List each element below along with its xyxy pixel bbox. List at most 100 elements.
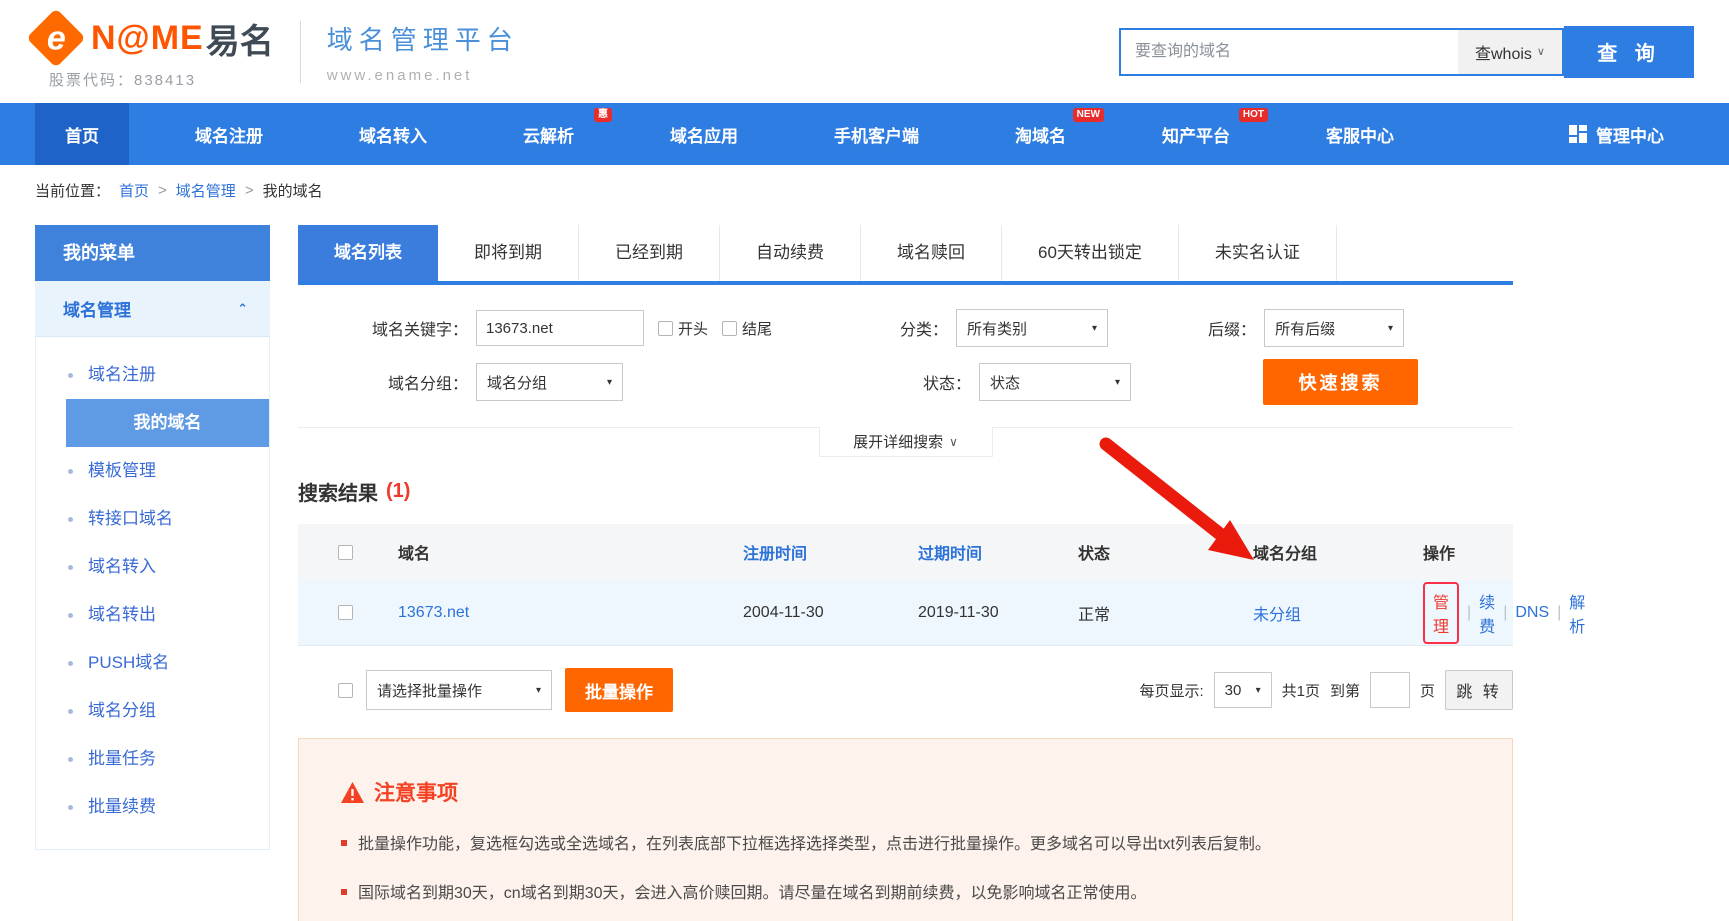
renew-action-link[interactable]: 续费 — [1479, 589, 1495, 637]
nav-item-support[interactable]: 客服中心 — [1296, 103, 1424, 165]
warning-icon — [341, 782, 364, 803]
nav-item-register[interactable]: 域名注册 — [165, 103, 293, 165]
whois-dropdown[interactable]: 查whois ∨ — [1458, 30, 1562, 74]
caret-down-icon: ▾ — [1256, 685, 1261, 696]
sidebar-item-domain-groups[interactable]: 域名分组 — [36, 687, 269, 735]
platform-title: 域名管理平台 — [327, 20, 519, 57]
category-label: 分类： — [900, 316, 948, 340]
table-row: 13673.net 2004-11-30 2019-11-30 正常 未分组 管… — [298, 580, 1513, 646]
expand-detailed-search[interactable]: 展开详细搜索 ∨ — [819, 427, 993, 457]
main-panel: 域名列表 即将到期 已经到期 自动续费 域名赎回 60天转出锁定 未实名认证 域… — [298, 225, 1513, 921]
caret-down-icon: ▾ — [536, 685, 541, 696]
batch-select-all-checkbox[interactable] — [338, 683, 353, 698]
sidebar-item-transfer-in[interactable]: 域名转入 — [36, 543, 269, 591]
results-count: (1) — [386, 480, 410, 503]
tab-60day-lock[interactable]: 60天转出锁定 — [1002, 225, 1179, 281]
breadcrumb-domain-management[interactable]: 域名管理 — [176, 180, 236, 201]
sidebar-item-reseller-domains[interactable]: 转接口域名 — [36, 495, 269, 543]
pagination: 每页显示: 30 ▾ 共1页 到第 页 跳 转 — [1139, 670, 1513, 710]
nav-item-home[interactable]: 首页 — [35, 103, 129, 165]
sidebar-item-template-management[interactable]: 模板管理 — [36, 447, 269, 495]
tab-auto-renew[interactable]: 自动续费 — [720, 225, 861, 281]
goto-suffix: 页 — [1420, 680, 1435, 701]
status-select[interactable]: 状态 ▾ — [979, 363, 1131, 401]
starts-with-checkbox[interactable]: 开头 — [658, 318, 708, 339]
page-header: e N@ME 易名 股票代码：838413 域名管理平台 www.ename.n… — [0, 0, 1729, 103]
batch-operation-select[interactable]: 请选择批量操作 ▾ — [366, 670, 552, 710]
expires-date: 2019-11-30 — [918, 604, 1078, 622]
sidebar-item-push-domains[interactable]: PUSH域名 — [36, 639, 269, 687]
sidebar-item-transfer-out[interactable]: 域名转出 — [36, 591, 269, 639]
group-select[interactable]: 域名分组 ▾ — [476, 363, 623, 401]
nav-item-apps[interactable]: 域名应用 — [640, 103, 768, 165]
sidebar-item-my-domains[interactable]: 我的域名 — [66, 399, 269, 447]
column-registered[interactable]: 注册时间 — [743, 540, 918, 564]
goto-page-input[interactable] — [1370, 672, 1410, 708]
batch-operation-button[interactable]: 批量操作 — [565, 668, 673, 712]
group-link[interactable]: 未分组 — [1253, 601, 1423, 625]
new-badge: NEW — [1073, 108, 1104, 122]
dns-action-link[interactable]: DNS — [1515, 604, 1549, 622]
manage-action-link[interactable]: 管理 — [1423, 582, 1459, 644]
query-button[interactable]: 查 询 — [1564, 26, 1694, 78]
table-header: 域名 注册时间 过期时间 状态 域名分组 操作 — [298, 524, 1513, 580]
domain-link[interactable]: 13673.net — [398, 604, 743, 622]
brand-name-cn: 易名 — [206, 14, 274, 63]
suffix-select[interactable]: 所有后缀 ▾ — [1264, 309, 1404, 347]
main-nav: 首页 域名注册 域名转入 云解析惠 域名应用 手机客户端 淘域名NEW 知产平台… — [0, 103, 1729, 165]
keyword-input[interactable] — [476, 310, 644, 346]
chevron-down-icon: ∨ — [1537, 45, 1545, 58]
keyword-label: 域名关键字： — [298, 316, 468, 340]
sidebar-title: 我的菜单 — [35, 225, 270, 281]
domain-search: 查whois ∨ 查 询 — [1119, 26, 1694, 78]
batch-toolbar: 请选择批量操作 ▾ 批量操作 每页显示: 30 ▾ 共1页 到第 页 跳 转 — [298, 668, 1513, 712]
column-status: 状态 — [1078, 540, 1253, 564]
nav-item-transfer-in[interactable]: 域名转入 — [329, 103, 457, 165]
platform-site: www.ename.net — [327, 67, 519, 84]
stock-code: 股票代码：838413 — [49, 69, 274, 90]
ends-with-checkbox[interactable]: 结尾 — [722, 318, 772, 339]
tab-expired[interactable]: 已经到期 — [579, 225, 720, 281]
quick-search-button[interactable]: 快速搜索 — [1263, 359, 1418, 405]
nav-item-mobile-client[interactable]: 手机客户端 — [804, 103, 949, 165]
domain-search-input[interactable] — [1121, 30, 1458, 74]
breadcrumb-home[interactable]: 首页 — [119, 180, 149, 201]
caret-down-icon: ▾ — [1388, 323, 1393, 334]
suffix-label: 后缀： — [1208, 316, 1256, 340]
ename-logo-icon: e — [26, 8, 85, 67]
status-value: 正常 — [1078, 601, 1253, 625]
sidebar-section-domain-management[interactable]: 域名管理 ⌃ — [35, 281, 270, 337]
sidebar-item-batch-renew[interactable]: 批量续费 — [36, 783, 269, 831]
total-pages: 共1页 — [1282, 680, 1320, 701]
caret-down-icon: ▾ — [1115, 377, 1120, 388]
results-title: 搜索结果 (1) — [298, 477, 1513, 506]
notice-item: 国际域名到期30天，cn域名到期30天，会进入高价赎回期。请尽量在域名到期前续费… — [341, 883, 1470, 905]
per-page-select[interactable]: 30 ▾ — [1214, 672, 1272, 708]
column-domain: 域名 — [398, 540, 743, 564]
logo-divider — [300, 21, 301, 83]
row-checkbox[interactable] — [338, 605, 353, 620]
breadcrumb-current: 我的域名 — [263, 180, 323, 201]
registered-date: 2004-11-30 — [743, 604, 918, 622]
nav-item-domain-market[interactable]: 淘域名NEW — [985, 103, 1096, 165]
category-select[interactable]: 所有类别 ▾ — [956, 309, 1108, 347]
grid-icon — [1569, 125, 1587, 143]
sidebar: 我的菜单 域名管理 ⌃ 域名注册 我的域名 模板管理 转接口域名 域名转入 域名… — [35, 225, 270, 850]
nav-item-ip-platform[interactable]: 知产平台HOT — [1132, 103, 1260, 165]
tab-unverified[interactable]: 未实名认证 — [1179, 225, 1337, 281]
notice-box: 注意事项 批量操作功能，复选框勾选或全选域名，在列表底部下拉框选择选择类型，点击… — [298, 738, 1513, 921]
sidebar-item-batch-tasks[interactable]: 批量任务 — [36, 735, 269, 783]
tab-redemption[interactable]: 域名赎回 — [861, 225, 1002, 281]
group-label: 域名分组： — [298, 370, 468, 394]
select-all-checkbox[interactable] — [338, 545, 353, 560]
nav-item-manage-center[interactable]: 管理中心 — [1539, 103, 1694, 165]
sidebar-item-domain-register[interactable]: 域名注册 — [36, 351, 269, 399]
column-expires[interactable]: 过期时间 — [918, 540, 1078, 564]
tab-expiring-soon[interactable]: 即将到期 — [438, 225, 579, 281]
jump-button[interactable]: 跳 转 — [1445, 670, 1513, 710]
breadcrumb-prefix: 当前位置： — [35, 180, 110, 201]
resolve-action-link[interactable]: 解析 — [1569, 589, 1585, 637]
promo-badge: 惠 — [594, 108, 612, 122]
tab-domain-list[interactable]: 域名列表 — [298, 225, 438, 281]
nav-item-cloud-dns[interactable]: 云解析惠 — [493, 103, 604, 165]
